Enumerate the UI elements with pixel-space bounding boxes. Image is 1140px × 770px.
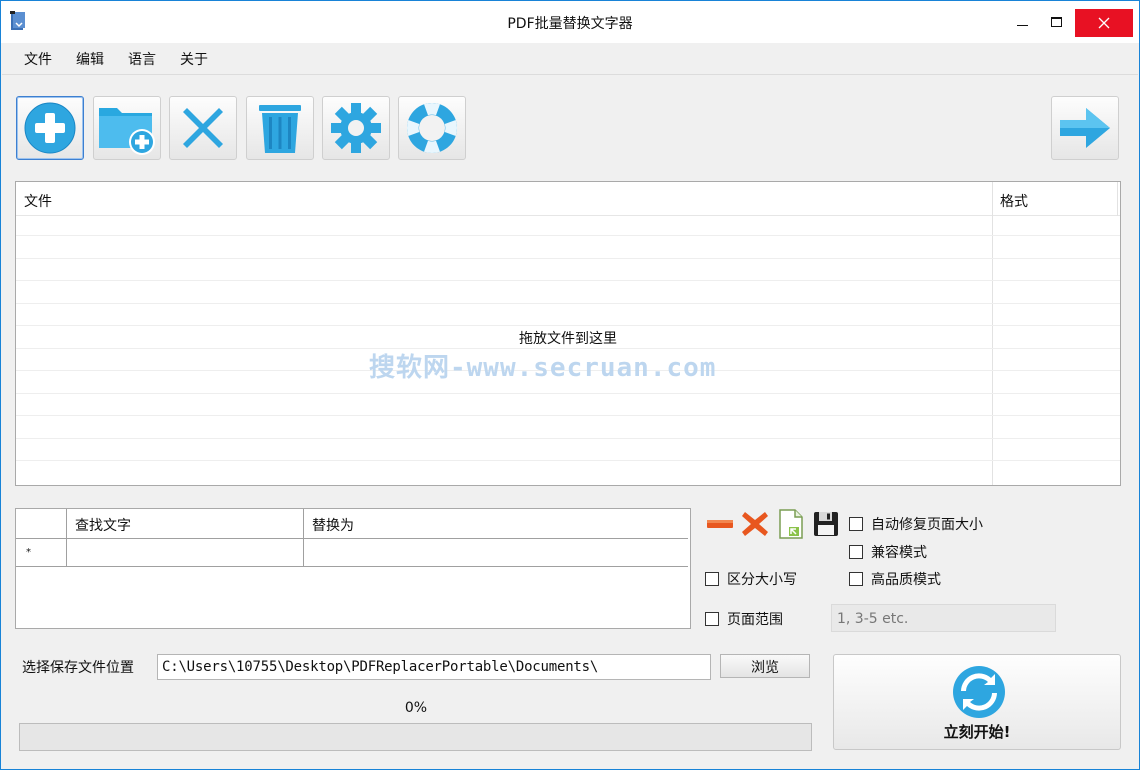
column-format[interactable]: 格式: [1000, 191, 1028, 211]
high-quality-mode-checkbox[interactable]: 高品质模式: [849, 569, 941, 589]
column-replace-with[interactable]: 替换为: [304, 509, 688, 539]
close-button[interactable]: [1075, 9, 1133, 37]
arrow-right-icon: [1060, 108, 1110, 148]
checkbox-box[interactable]: [849, 545, 863, 559]
high-quality-mode-label: 高品质模式: [871, 572, 941, 588]
menu-edit[interactable]: 编辑: [64, 49, 116, 69]
case-sensitive-label: 区分大小写: [727, 572, 797, 588]
menu-language[interactable]: 语言: [116, 49, 168, 69]
replace-with-cell[interactable]: [304, 539, 688, 567]
case-sensitive-checkbox[interactable]: 区分大小写: [705, 569, 797, 589]
title-bar: PDF批量替换文字器: [1, 1, 1139, 43]
replace-table[interactable]: 查找文字 替换为 *: [15, 508, 691, 629]
page-range-label: 页面范围: [727, 612, 783, 628]
app-window: PDF批量替换文字器 文件 编辑 语言 关于 文件 格式 拖放文件到这里 搜软网…: [0, 0, 1140, 770]
clear-rows-button[interactable]: [740, 509, 770, 539]
next-button[interactable]: [1051, 96, 1119, 160]
minus-icon: [707, 520, 733, 528]
page-range-checkbox[interactable]: 页面范围: [705, 609, 783, 629]
checkbox-box[interactable]: [849, 572, 863, 586]
plus-circle-icon: [24, 102, 76, 154]
floppy-disk-icon: [814, 512, 838, 536]
progress-text: 0%: [404, 700, 428, 716]
browse-button[interactable]: 浏览: [720, 654, 810, 678]
column-find-text[interactable]: 查找文字: [67, 509, 304, 539]
settings-button[interactable]: [322, 96, 390, 160]
auto-fix-page-size-checkbox[interactable]: 自动修复页面大小: [849, 514, 983, 534]
checkbox-box[interactable]: [705, 572, 719, 586]
remove-file-button[interactable]: [169, 96, 237, 160]
maximize-button[interactable]: [1033, 1, 1079, 43]
add-folder-button[interactable]: [93, 96, 161, 160]
save-list-button[interactable]: [811, 509, 841, 539]
save-path-input[interactable]: C:\Users\10755\Desktop\PDFReplacerPortab…: [157, 654, 711, 680]
row-header-corner: [16, 509, 67, 539]
folder-plus-icon: [99, 108, 155, 155]
add-file-button[interactable]: [16, 96, 84, 160]
checkbox-box[interactable]: [849, 517, 863, 531]
checkbox-box[interactable]: [705, 612, 719, 626]
remove-row-button[interactable]: [705, 509, 735, 539]
progress-bar: [19, 723, 812, 751]
file-import-icon: [779, 509, 803, 539]
menu-bar: 文件 编辑 语言 关于: [2, 43, 1138, 75]
auto-fix-page-size-label: 自动修复页面大小: [871, 517, 983, 533]
x-icon: [742, 512, 768, 536]
x-icon: [183, 108, 223, 148]
file-list-header: 文件 格式: [16, 182, 1120, 216]
compatible-mode-label: 兼容模式: [871, 545, 927, 561]
file-list[interactable]: 文件 格式 拖放文件到这里: [15, 181, 1121, 486]
help-button[interactable]: [398, 96, 466, 160]
clear-list-button[interactable]: [246, 96, 314, 160]
save-location-label: 选择保存文件位置: [22, 660, 134, 676]
close-icon: [1098, 17, 1110, 29]
refresh-icon: [953, 666, 1005, 718]
lifebuoy-icon: [406, 102, 458, 154]
gear-icon: [331, 103, 381, 153]
trash-icon: [259, 105, 301, 153]
compatible-mode-checkbox[interactable]: 兼容模式: [849, 542, 927, 562]
column-file[interactable]: 文件: [24, 191, 52, 211]
start-button[interactable]: 立刻开始!: [833, 654, 1121, 750]
find-text-cell[interactable]: [67, 539, 304, 567]
start-button-label: 立刻开始!: [943, 723, 1011, 741]
page-range-input[interactable]: 1, 3-5 etc.: [831, 604, 1056, 632]
window-title: PDF批量替换文字器: [507, 16, 633, 32]
menu-file[interactable]: 文件: [12, 49, 64, 69]
import-list-button[interactable]: [776, 509, 806, 539]
drop-hint: 拖放文件到这里: [519, 331, 617, 347]
menu-about[interactable]: 关于: [168, 49, 220, 69]
watermark-text: 搜软网-www.secruan.com: [369, 353, 717, 383]
new-row-marker: *: [16, 539, 67, 567]
